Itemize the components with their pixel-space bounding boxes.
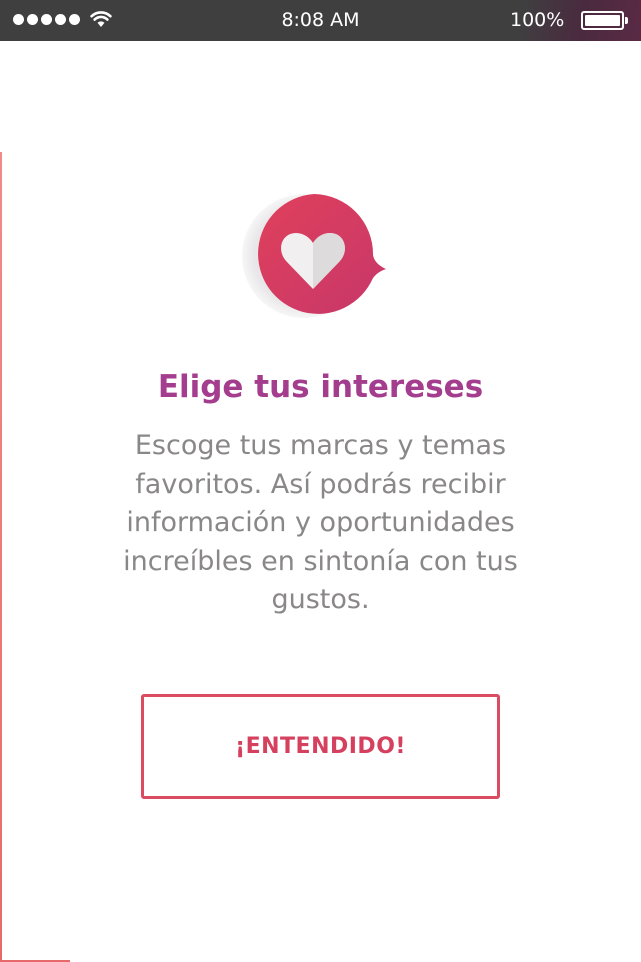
page-title: Elige tus intereses: [157, 369, 484, 405]
description-text: Escoge tus marcas y temas favoritos. Así…: [123, 430, 518, 615]
heart-chat-bubble-icon: [242, 194, 386, 318]
battery-tip: [625, 17, 628, 24]
battery-percentage: 100%: [510, 9, 565, 31]
left-edge-line: [0, 152, 2, 962]
battery-icon: [581, 11, 624, 30]
entendido-button[interactable]: ¡ENTENDIDO!: [141, 694, 500, 799]
battery-fill: [585, 15, 620, 26]
app-logo: [240, 190, 390, 325]
status-bar: 8:08 AM 100%: [0, 0, 641, 41]
